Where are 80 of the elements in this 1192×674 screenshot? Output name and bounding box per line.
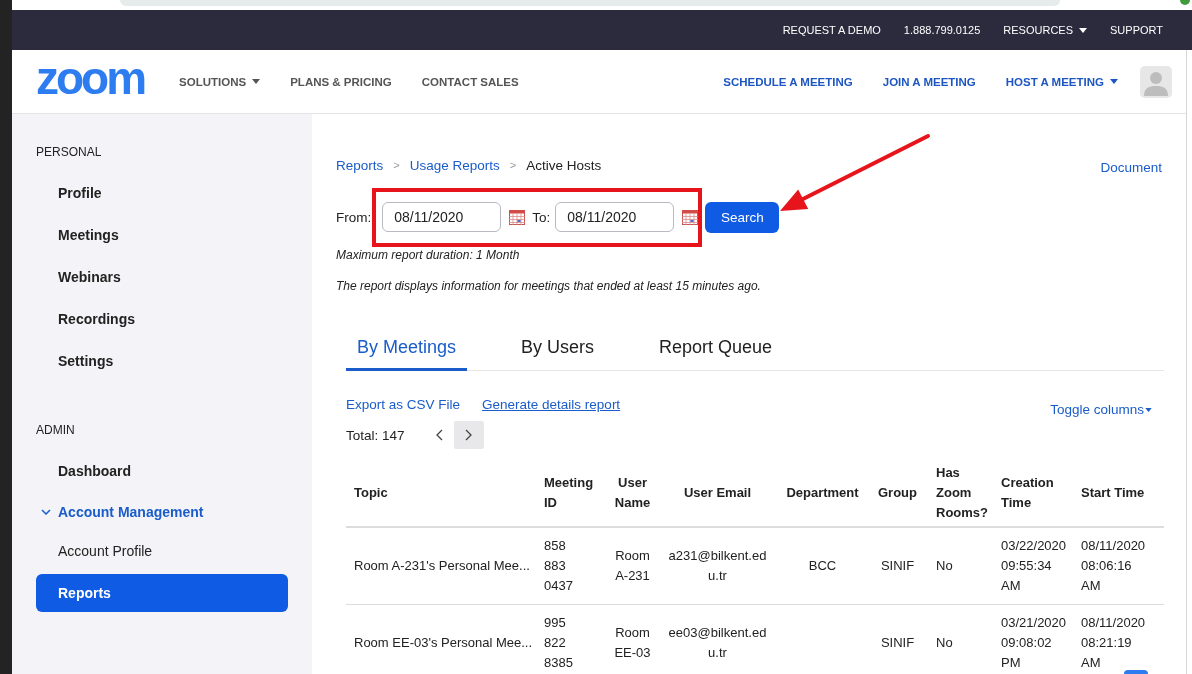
table-cell: SINIF	[868, 527, 925, 605]
date-field[interactable]: 08/11/2020	[555, 202, 675, 232]
nav-link[interactable]: SCHEDULE A MEETING	[723, 75, 853, 88]
breadcrumb-current: Active Hosts	[526, 157, 602, 173]
table-cell: Room A-231	[605, 527, 660, 605]
top-bar-link[interactable]: RESOURCES	[1003, 24, 1087, 36]
table-cell: SINIF	[868, 604, 925, 674]
column-header: Start Time	[1075, 460, 1155, 527]
note-text: The report displays information for meetings that ended at least 15 minutes ago.	[336, 278, 762, 294]
chevron-down-icon[interactable]	[41, 509, 51, 515]
breadcrumb-separator: >	[509, 159, 517, 171]
details-report-link[interactable]: Generate details report	[482, 396, 621, 414]
from-label: From:	[336, 210, 372, 225]
tab[interactable]: Report Queue	[648, 327, 784, 371]
export-link[interactable]: Export as CSV File	[346, 396, 461, 414]
toggle-columns-link[interactable]: Toggle columns	[1050, 401, 1152, 419]
calendar-icon[interactable]	[682, 209, 699, 225]
top-bar-link[interactable]: SUPPORT	[1110, 24, 1163, 36]
sidebar-item[interactable]: Reports	[36, 574, 288, 612]
sidebar-heading: ADMIN	[36, 422, 76, 439]
table-cell: Room EE-03	[605, 604, 660, 674]
column-header: Topic	[346, 460, 538, 527]
top-bar-link[interactable]: 1.888.799.0125	[903, 24, 981, 36]
column-header: Group	[868, 460, 925, 527]
sidebar-item[interactable]: Account Profile	[36, 532, 288, 570]
sidebar-item[interactable]: Meetings	[36, 214, 288, 256]
toolbar-icon-edge[interactable]	[1180, 0, 1190, 5]
table-cell: No	[925, 527, 995, 605]
sidebar-item[interactable]: Recordings	[36, 298, 288, 340]
nav-link[interactable]: HOST A MEETING	[1005, 75, 1118, 88]
zoom-logo[interactable]: zoom	[36, 54, 145, 109]
caret-icon	[1145, 408, 1152, 412]
chevron-left-icon	[436, 429, 444, 441]
sidebar-item[interactable]: Webinars	[36, 256, 288, 298]
column-header: Department	[775, 460, 868, 527]
to-label: To:	[532, 209, 551, 225]
caret-icon	[252, 79, 261, 84]
search-button[interactable]: Search	[705, 202, 780, 233]
nav-link[interactable]: SOLUTIONS	[179, 75, 261, 88]
sidebar-item[interactable]: Account Management	[36, 492, 288, 532]
table-cell: No	[925, 604, 995, 674]
date-field[interactable]: 08/11/2020	[382, 202, 502, 232]
top-bar-link[interactable]: REQUEST A DEMO	[782, 24, 881, 36]
tab[interactable]: By Meetings	[346, 327, 468, 371]
total-count: Total: 147	[346, 427, 405, 443]
sidebar-item[interactable]: Dashboard	[36, 450, 288, 492]
note-text: Maximum report duration: 1 Month	[336, 247, 521, 263]
sidebar-heading: PERSONAL	[36, 144, 103, 161]
table-cell: 858 883 0437	[538, 527, 605, 605]
table-cell: 995 822 8385	[538, 604, 605, 674]
floating-button[interactable]	[1124, 670, 1148, 674]
table-cell: Room A-231's Personal Mee...	[346, 527, 538, 605]
table-cell: Room EE-03's Personal Mee...	[346, 604, 538, 674]
table-cell: ee03@bilkent.edu.tr	[660, 604, 775, 674]
breadcrumb-link[interactable]: Reports	[336, 157, 384, 173]
column-header: User Name	[605, 460, 660, 527]
table-cell: a231@bilkent.edu.tr	[660, 527, 775, 605]
caret-icon	[1110, 79, 1118, 84]
column-header: Has Zoom Rooms?	[925, 460, 995, 527]
avatar-icon[interactable]	[1140, 65, 1172, 98]
table-cell: 03/22/2020 09:55:34 AM	[995, 527, 1075, 605]
table-cell: 03/21/2020 09:08:02 PM	[995, 604, 1075, 674]
document-link[interactable]: Document	[1100, 159, 1162, 175]
calendar-icon[interactable]	[509, 209, 526, 225]
caret-icon	[1079, 27, 1087, 33]
table-cell: 08/11/2020 08:06:16 AM	[1075, 527, 1155, 605]
breadcrumb-separator: >	[393, 159, 400, 171]
column-header: Creation Time	[995, 460, 1075, 527]
sidebar-item[interactable]: Settings	[36, 340, 288, 382]
chevron-right-icon	[465, 429, 473, 441]
tab[interactable]: By Users	[510, 327, 606, 371]
nav-link[interactable]: CONTACT SALES	[421, 75, 519, 88]
column-header: User Email	[660, 460, 775, 527]
sidebar-item[interactable]: Profile	[36, 172, 288, 214]
nav-link[interactable]: JOIN A MEETING	[882, 75, 976, 88]
table-cell: BCC	[775, 527, 868, 605]
column-header: Meeting ID	[538, 460, 605, 527]
breadcrumb-link[interactable]: Usage Reports	[409, 157, 500, 173]
next-page-button[interactable]	[453, 421, 484, 449]
nav-link[interactable]: PLANS & PRICING	[290, 75, 392, 88]
